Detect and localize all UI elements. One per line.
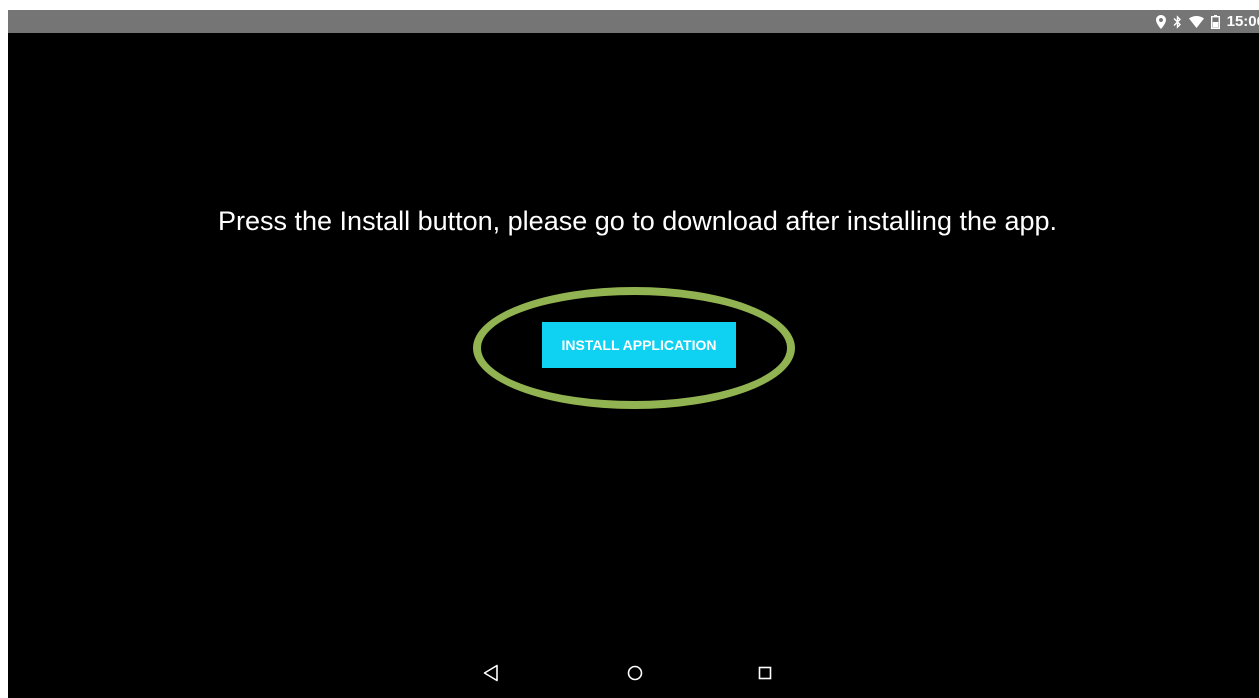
install-application-button[interactable]: INSTALL APPLICATION	[542, 322, 736, 368]
instruction-message: Press the Install button, please go to d…	[218, 206, 1058, 236]
location-icon	[1155, 14, 1166, 29]
home-button[interactable]	[620, 660, 650, 690]
screenshot-frame: 15:06 Press the Install button, please g…	[0, 0, 1259, 698]
status-bar: 15:06	[8, 10, 1259, 33]
back-button[interactable]	[476, 660, 506, 690]
battery-icon	[1210, 14, 1220, 29]
recents-button[interactable]	[750, 660, 780, 690]
home-icon	[627, 665, 643, 686]
clock: 15:06	[1226, 13, 1259, 30]
status-icons: 15:06	[1155, 10, 1259, 33]
wifi-icon	[1188, 15, 1204, 28]
bluetooth-icon	[1173, 14, 1182, 29]
recents-icon	[758, 666, 772, 685]
back-icon	[483, 664, 499, 687]
tablet-screen: 15:06 Press the Install button, please g…	[8, 10, 1259, 698]
navigation-bar	[8, 650, 1259, 698]
